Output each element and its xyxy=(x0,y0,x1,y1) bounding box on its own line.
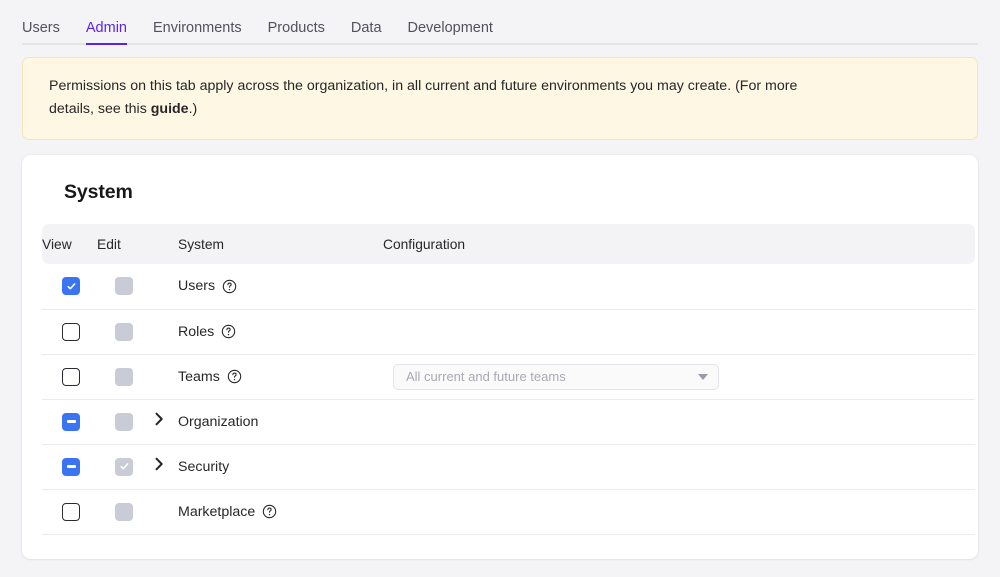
column-header-system: System xyxy=(178,224,383,264)
cell-configuration xyxy=(383,444,975,490)
tab-products[interactable]: Products xyxy=(268,20,325,46)
help-circle-icon[interactable] xyxy=(222,279,237,294)
edit-checkbox xyxy=(115,457,133,476)
cell-configuration xyxy=(383,264,975,310)
cell-edit xyxy=(97,489,150,535)
indeterminate-dash xyxy=(66,465,76,468)
cell-edit xyxy=(97,444,150,490)
view-checkbox[interactable] xyxy=(62,277,80,296)
table-row: Teams All current and future teams xyxy=(42,354,975,400)
table-header-row: View Edit System Configuration xyxy=(42,224,975,264)
column-header-view: View xyxy=(42,224,97,264)
help-circle-icon[interactable] xyxy=(262,504,277,519)
view-checkbox[interactable] xyxy=(62,457,80,476)
notice-text-after: .) xyxy=(188,101,198,117)
cell-edit xyxy=(97,309,150,355)
column-header-spacer xyxy=(150,224,178,264)
teams-select-value: All current and future teams xyxy=(406,369,566,384)
tab-data[interactable]: Data xyxy=(351,20,382,46)
cell-system: Roles xyxy=(178,309,383,355)
cell-configuration xyxy=(383,399,975,445)
system-label: Security xyxy=(178,458,230,475)
table-row: Users xyxy=(42,264,975,310)
system-label: Marketplace xyxy=(178,503,256,520)
page-title: System xyxy=(64,181,133,203)
view-checkbox[interactable] xyxy=(62,502,80,521)
table-row: Organization xyxy=(42,399,975,445)
table-row: Marketplace xyxy=(42,489,975,535)
cell-system: Teams xyxy=(178,354,383,400)
system-label: Teams xyxy=(178,368,220,385)
cell-expander xyxy=(150,489,178,535)
edit-checkbox xyxy=(115,277,133,296)
column-header-edit: Edit xyxy=(97,224,150,264)
table-row: Roles xyxy=(42,309,975,355)
edit-checkbox xyxy=(115,412,133,431)
cell-system: Marketplace xyxy=(178,489,383,535)
cell-view xyxy=(42,354,97,400)
cell-system: Security xyxy=(178,444,383,490)
system-label: Organization xyxy=(178,413,259,430)
tab-environments[interactable]: Environments xyxy=(153,20,242,46)
column-header-configuration: Configuration xyxy=(383,224,975,264)
cell-view xyxy=(42,489,97,535)
help-circle-icon[interactable] xyxy=(221,324,236,339)
notice-text: Permissions on this tab apply across the… xyxy=(49,75,809,121)
table-body: Users Roles Teams All current and future te… xyxy=(42,264,975,535)
cell-expander xyxy=(150,264,178,310)
help-circle-icon[interactable] xyxy=(227,369,242,384)
table-row: Security xyxy=(42,444,975,490)
cell-expander xyxy=(150,354,178,400)
indeterminate-dash xyxy=(66,420,76,423)
edit-checkbox xyxy=(115,502,133,521)
cell-system: Organization xyxy=(178,399,383,445)
view-checkbox[interactable] xyxy=(62,322,80,341)
cell-system: Users xyxy=(178,264,383,310)
cell-edit xyxy=(97,399,150,445)
cell-edit xyxy=(97,354,150,400)
cell-view xyxy=(42,444,97,490)
tab-admin[interactable]: Admin xyxy=(85,20,128,46)
chevron-down-icon xyxy=(698,373,708,380)
cell-configuration xyxy=(383,309,975,355)
view-checkbox[interactable] xyxy=(62,412,80,431)
cell-expander xyxy=(150,399,178,445)
edit-checkbox xyxy=(115,367,133,386)
cell-view xyxy=(42,309,97,355)
system-label: Users xyxy=(178,278,216,295)
teams-select[interactable]: All current and future teams xyxy=(393,363,719,390)
system-label: Roles xyxy=(178,323,215,340)
system-permissions-card: System View Edit System Configuration Us… xyxy=(22,155,978,559)
chevron-right-icon[interactable] xyxy=(150,455,168,473)
cell-edit xyxy=(97,264,150,310)
tab-users[interactable]: Users xyxy=(22,20,60,46)
cell-configuration xyxy=(383,489,975,535)
permissions-notice-banner: Permissions on this tab apply across the… xyxy=(22,57,978,140)
notice-guide-link[interactable]: guide xyxy=(151,101,189,117)
cell-expander xyxy=(150,309,178,355)
cell-expander xyxy=(150,444,178,490)
view-checkbox[interactable] xyxy=(62,367,80,386)
main-tabbar: Users Admin Environments Products Data Develo… xyxy=(0,0,1000,45)
table-header: View Edit System Configuration xyxy=(42,224,975,264)
chevron-right-icon[interactable] xyxy=(150,410,168,428)
cell-view xyxy=(42,264,97,310)
cell-configuration: All current and future teams xyxy=(383,354,975,400)
system-permissions-table: View Edit System Configuration Users Role… xyxy=(42,224,975,535)
edit-checkbox xyxy=(115,322,133,341)
tab-development[interactable]: Development xyxy=(408,20,493,46)
cell-view xyxy=(42,399,97,445)
